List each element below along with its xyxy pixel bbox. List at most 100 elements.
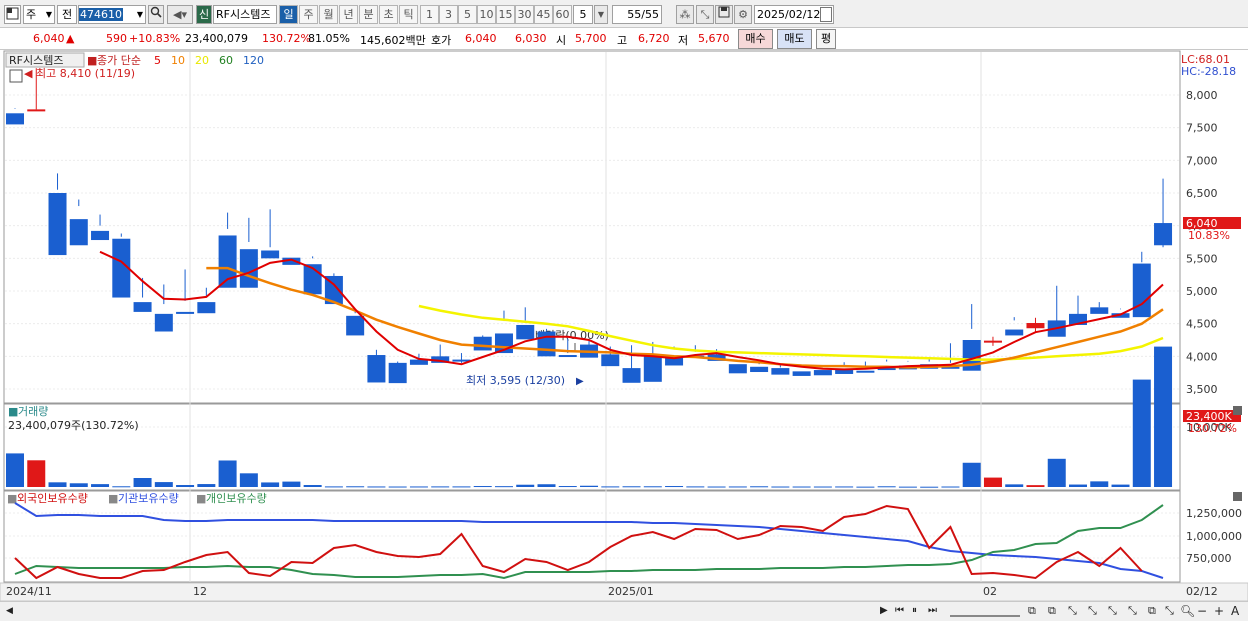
period-dropdown[interactable]: 주 ▼ (23, 5, 55, 24)
volume-bar (1005, 484, 1024, 487)
price-tick-label: 8,000 (1186, 89, 1218, 102)
chevron-down-icon[interactable]: ▼ (594, 5, 608, 24)
tool-icon[interactable]: ⤡ (1165, 604, 1174, 618)
data-count[interactable]: 55/55 (612, 5, 662, 24)
price-tick-label: 7,500 (1186, 122, 1218, 135)
scroll-left-icon[interactable]: ◀ (6, 606, 13, 616)
volume-bar (750, 486, 769, 488)
tab-minute-3[interactable]: 3 (439, 5, 458, 24)
candle (1154, 223, 1173, 246)
volume-bar (1132, 379, 1151, 487)
tool-icon[interactable]: ⤡ (696, 5, 714, 24)
tab-period-3[interactable]: 년 (339, 5, 358, 24)
stock-chart[interactable]: 8,0007,5007,0006,5006,0005,5005,0004,500… (0, 50, 1248, 601)
open-price: 5,700 (575, 32, 607, 45)
tab-period-0[interactable]: 일 (279, 5, 298, 24)
tool-icon[interactable]: ⤡ (1088, 604, 1097, 618)
volume-bar (1111, 484, 1130, 487)
date-field[interactable]: 2025/02/12 (754, 5, 834, 24)
up-arrow-icon: ▲ (66, 32, 75, 45)
volume-bar (856, 486, 875, 488)
candle (983, 340, 1002, 343)
prev-button[interactable]: 전 (57, 5, 77, 24)
min-price-label: 최저 3,595 (12/30) (466, 374, 565, 387)
legend-ma-20: 20 (195, 54, 209, 67)
font-a-icon[interactable]: A (1231, 604, 1239, 618)
sell-button[interactable]: 매도 (777, 29, 812, 49)
legend-marker-icon: ■ (87, 54, 97, 67)
candle (1005, 329, 1024, 336)
candle (856, 370, 875, 373)
minute-value[interactable]: 5 (573, 5, 593, 24)
tool-icon[interactable]: ⤡ (1128, 604, 1137, 618)
tab-minute-10[interactable]: 10 (477, 5, 496, 24)
tab-minute-1[interactable]: 1 (420, 5, 439, 24)
volume-bar (1047, 458, 1066, 487)
tab-minute-60[interactable]: 60 (553, 5, 572, 24)
volume-bar (813, 486, 832, 488)
calendar-icon[interactable] (820, 7, 832, 22)
layout-icon[interactable]: ⧉ (1148, 604, 1156, 618)
trade-amount: 145,602백만 (360, 34, 426, 47)
tool-icon[interactable]: ⤡ (1068, 604, 1077, 618)
tab-minute-45[interactable]: 45 (534, 5, 553, 24)
speaker-icon[interactable]: ◀▾ (167, 5, 193, 24)
gear-icon[interactable]: ⚙ (734, 5, 752, 24)
first-icon[interactable]: ⏮ (895, 605, 904, 616)
holdings-marker-icon: ■ (196, 492, 206, 505)
legend-ma-10: 10 (171, 54, 185, 67)
window-icon[interactable]: ⧉ (1048, 604, 1056, 618)
high-label: 고 (617, 34, 628, 47)
legend-ma-60: 60 (219, 54, 233, 67)
play-icon[interactable]: ▶ (880, 605, 888, 616)
minus-icon[interactable]: − (1197, 604, 1207, 618)
price-tick-label: 4,000 (1186, 350, 1218, 363)
x-axis-label: 2025/01 (608, 585, 654, 598)
volume-bar (941, 486, 960, 488)
zoom-icon[interactable]: 🔍︎ (1180, 604, 1195, 618)
save-icon[interactable] (715, 5, 733, 24)
low-price: 5,670 (698, 32, 730, 45)
candle (388, 362, 407, 384)
stock-code-field[interactable]: 474610 ▼ (78, 5, 146, 24)
volume-bar (686, 486, 705, 488)
change-value: 590 (106, 32, 127, 45)
tab-minute-5[interactable]: 5 (458, 5, 477, 24)
plus-icon[interactable]: + (1214, 604, 1224, 618)
tab-period-5[interactable]: 초 (379, 5, 398, 24)
x-axis-label: 02 (983, 585, 997, 598)
tab-minute-15[interactable]: 15 (496, 5, 515, 24)
buy-button[interactable]: 매수 (738, 29, 773, 49)
tab-period-4[interactable]: 분 (359, 5, 378, 24)
volume-bar (898, 486, 917, 488)
x-axis-label: 12 (193, 585, 207, 598)
volume-bar (494, 486, 513, 488)
volume-bar (197, 484, 216, 487)
volume-bar (622, 486, 641, 488)
pause-icon[interactable]: ⏸ (912, 605, 917, 616)
link-icon[interactable]: ⁂ (676, 5, 694, 24)
candle (27, 109, 46, 112)
layout-icon[interactable]: ⧉ (1028, 604, 1036, 618)
search-icon[interactable] (148, 5, 164, 24)
window-icon[interactable] (4, 5, 21, 24)
candle (728, 364, 747, 374)
volume-bar (771, 486, 790, 488)
tab-period-2[interactable]: 월 (319, 5, 338, 24)
candle (792, 371, 811, 376)
hc-label: HC:-28.18 (1181, 65, 1236, 78)
candle (516, 324, 535, 340)
average-button[interactable]: 평 (816, 29, 836, 49)
candle (91, 230, 110, 241)
tool-icon[interactable]: ⤡ (1108, 604, 1117, 618)
open-label: 시 (556, 34, 567, 47)
close-icon (1233, 406, 1242, 415)
tab-period-6[interactable]: 틱 (399, 5, 418, 24)
tab-minute-30[interactable]: 30 (515, 5, 534, 24)
volume-bar (580, 485, 599, 487)
x-axis-label: 2024/11 (6, 585, 52, 598)
tab-period-1[interactable]: 주 (299, 5, 318, 24)
candle (622, 368, 641, 383)
zoom-slider[interactable] (950, 605, 1020, 617)
last-icon[interactable]: ⏭ (928, 605, 937, 616)
